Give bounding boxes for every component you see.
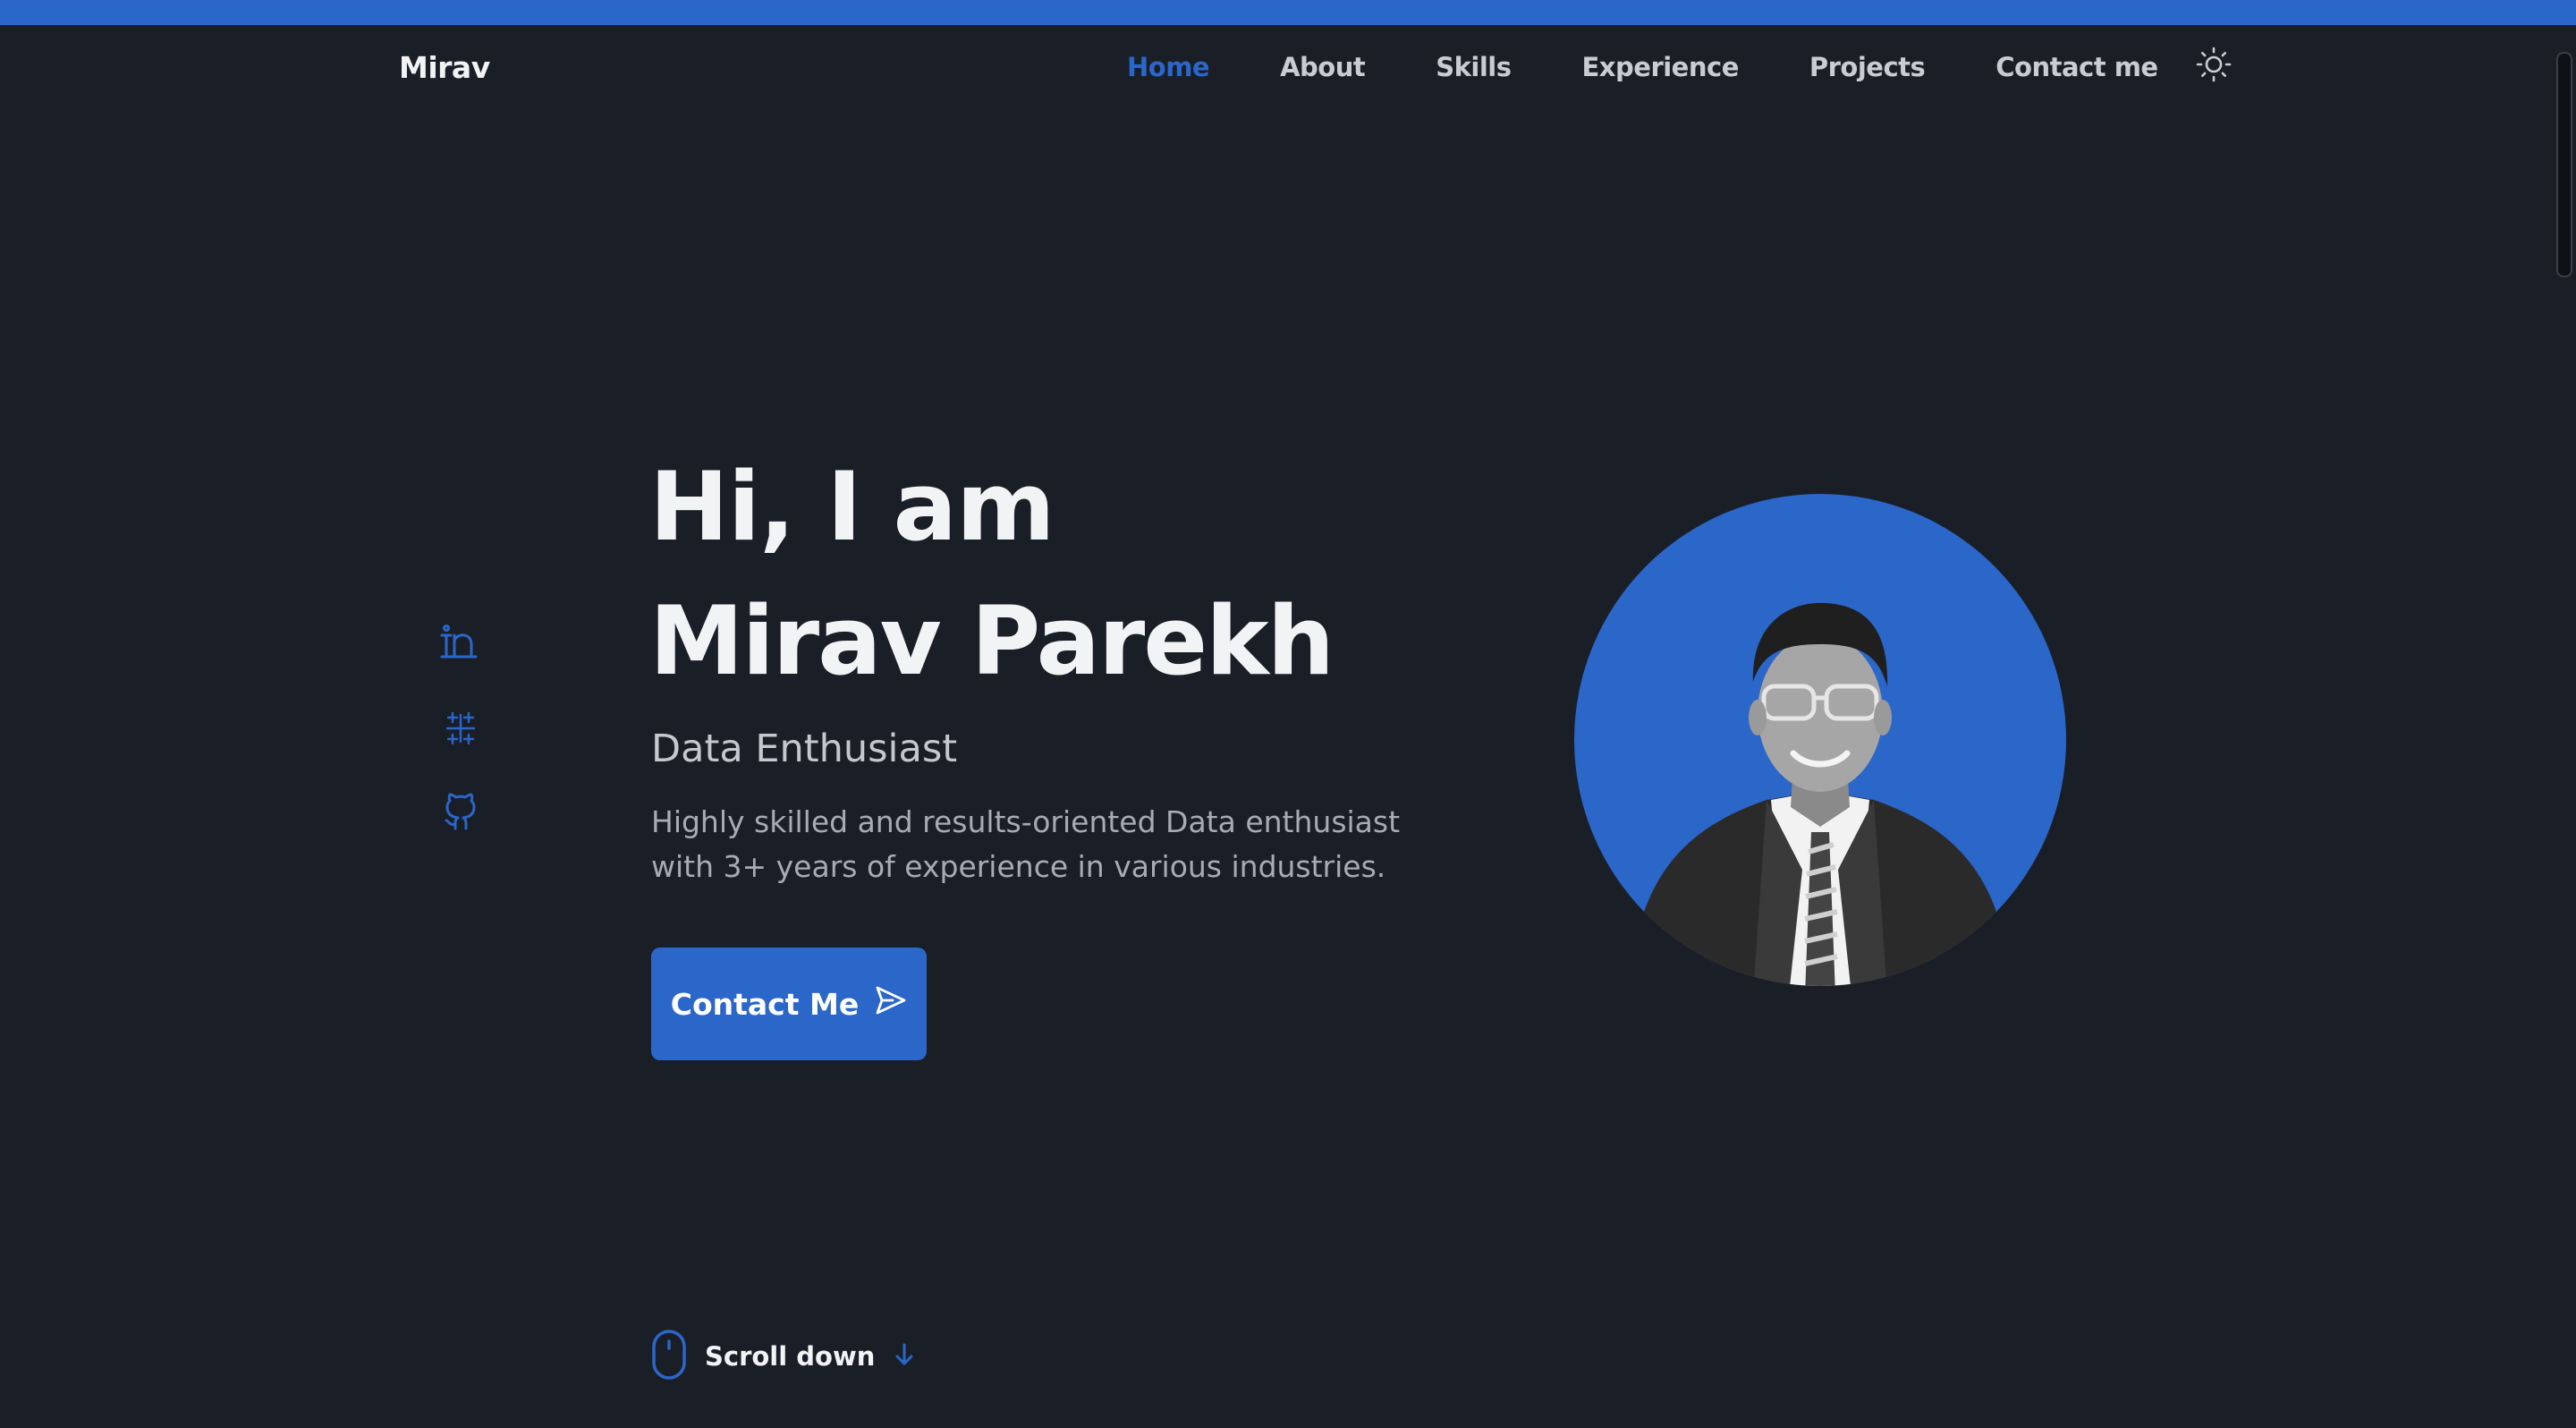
scroll-down-label: Scroll down: [705, 1341, 876, 1372]
nav-item-projects[interactable]: Projects: [1809, 52, 1926, 82]
hero-description: Highly skilled and results-oriented Data…: [651, 804, 1401, 884]
nav-item-about[interactable]: About: [1280, 52, 1366, 82]
nav-item-home[interactable]: Home: [1127, 52, 1210, 82]
hero-role: Data Enthusiast: [651, 727, 958, 771]
tableau-icon[interactable]: [440, 708, 481, 749]
contact-me-label: Contact Me: [670, 986, 860, 1022]
hero-greeting: Hi, I am: [649, 452, 1055, 562]
person-illustration: [1628, 602, 2012, 986]
arrow-down-icon: [893, 1341, 916, 1372]
top-accent-bar: [0, 0, 2576, 25]
github-icon[interactable]: [440, 793, 481, 834]
send-icon: [875, 984, 907, 1024]
mouse-icon: [651, 1329, 687, 1384]
nav-item-skills[interactable]: Skills: [1436, 52, 1512, 82]
scrollbar[interactable]: [2555, 25, 2576, 1428]
scrollbar-thumb[interactable]: [2556, 52, 2572, 277]
contact-me-button[interactable]: Contact Me: [651, 948, 927, 1060]
hero-name: Mirav Parekh: [649, 586, 1335, 696]
main-nav: Home About Skills Experience Projects Co…: [1127, 47, 2233, 84]
scroll-down-link[interactable]: Scroll down: [651, 1329, 916, 1384]
brand-logo[interactable]: Mirav: [399, 50, 490, 85]
profile-photo: [1574, 494, 2066, 986]
linkedin-icon[interactable]: [440, 623, 481, 664]
sun-icon[interactable]: [2194, 45, 2233, 84]
social-links: [440, 623, 481, 878]
nav-item-contact[interactable]: Contact me: [1996, 52, 2158, 82]
nav-item-experience[interactable]: Experience: [1582, 52, 1740, 82]
portfolio-page: Mirav Home About Skills Experience Proje…: [0, 0, 2576, 1428]
